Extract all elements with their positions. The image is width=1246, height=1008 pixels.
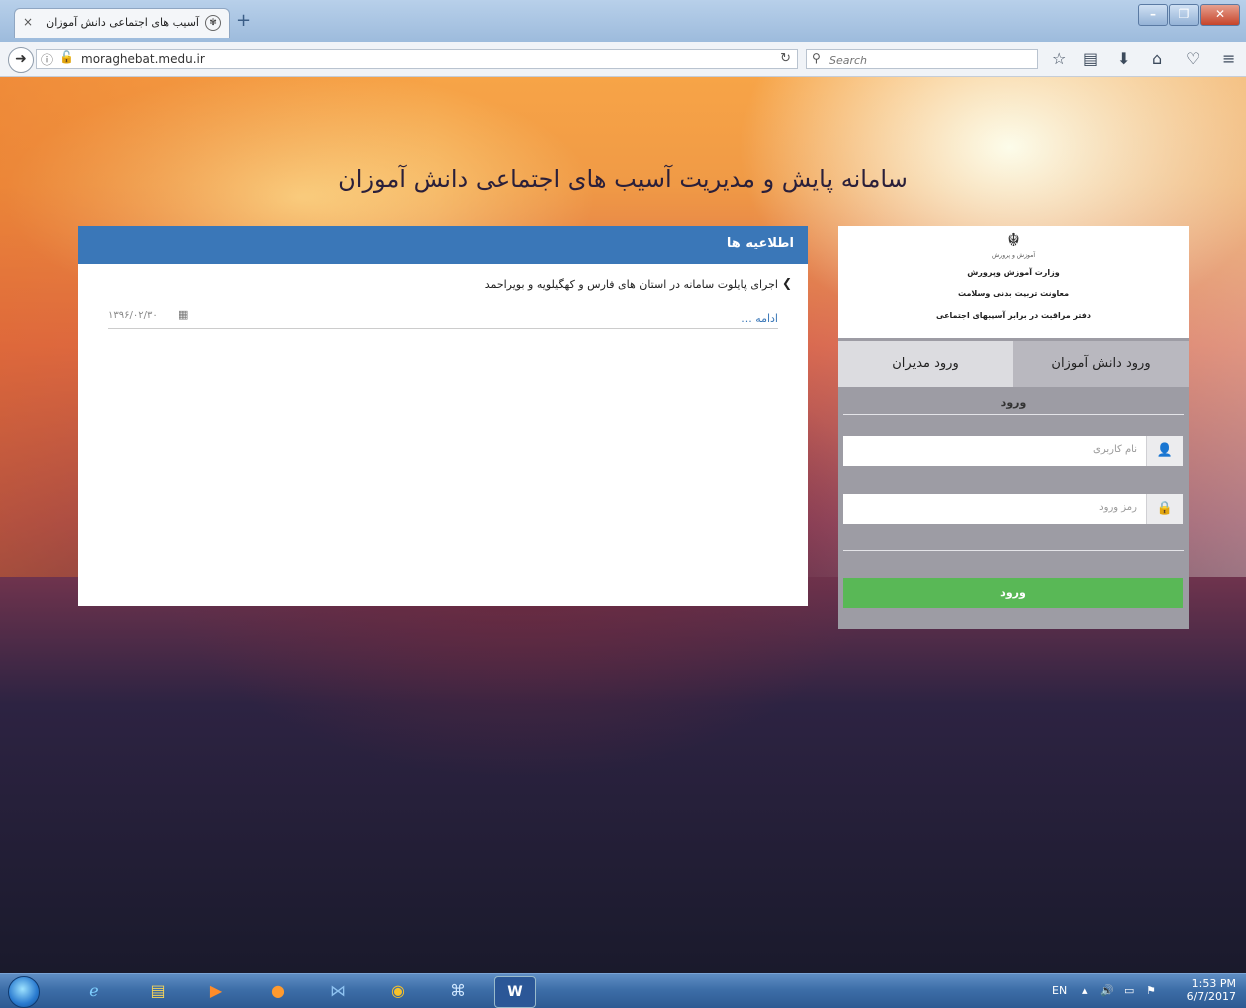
insecure-lock-icon[interactable]: 🔓 (59, 50, 74, 64)
ministry-line-1: وزارت آموزش وپرورش (967, 268, 1060, 277)
language-indicator[interactable]: EN (1052, 984, 1067, 997)
menu-icon[interactable]: ≡ (1222, 50, 1235, 68)
firefox-icon[interactable]: ● (258, 976, 298, 1006)
password-field[interactable]: 🔒 (843, 494, 1183, 524)
search-bar[interactable]: ⚲ (806, 49, 1038, 69)
search-input[interactable] (827, 51, 1031, 69)
back-button[interactable]: ➜ (8, 47, 34, 73)
login-panel: ☬ آموزش و پرورش وزارت آموزش وپرورش معاون… (838, 226, 1189, 629)
announcements-header: اطلاعیه ها (78, 226, 808, 264)
minimize-button[interactable]: – (1138, 4, 1168, 26)
read-more-link[interactable]: ادامه ... (741, 312, 778, 325)
internet-explorer-icon[interactable]: ℯ (74, 976, 114, 1006)
reload-icon[interactable]: ↻ (780, 51, 791, 66)
page-title: سامانه پایش و مدیریت آسیب های اجتماعی دا… (338, 165, 908, 193)
browser-tab[interactable]: × آسیب های اجتماعی دانش آموزان ✾ (14, 8, 230, 38)
action-center-flag-icon[interactable]: ⚑ (1146, 984, 1156, 997)
close-window-button[interactable]: ✕ (1200, 4, 1240, 26)
file-explorer-icon[interactable]: ▤ (138, 976, 178, 1006)
volume-icon[interactable]: 🔊 (1100, 984, 1114, 997)
login-submit-button[interactable]: ورود (843, 578, 1183, 608)
network-app-icon[interactable]: ⌘ (438, 976, 478, 1006)
search-icon: ⚲ (812, 51, 821, 65)
announcements-title: اطلاعیه ها (726, 236, 794, 251)
address-bar[interactable]: ⓘ 🔓 moraghebat.medu.ir ↻ (36, 49, 798, 69)
login-heading: ورود (1000, 396, 1027, 409)
bookmark-star-icon[interactable]: ☆ (1052, 50, 1066, 68)
tab-manager-login[interactable]: ورود مدیران (838, 341, 1013, 387)
divider (843, 550, 1184, 551)
announcement-date: ۱۳۹۶/۰۲/۳۰ (108, 310, 158, 321)
tab-close-icon[interactable]: × (23, 15, 33, 29)
user-icon: 👤 (1146, 436, 1183, 466)
network-icon[interactable]: ▭ (1124, 984, 1134, 997)
start-button[interactable] (8, 976, 40, 1008)
home-icon[interactable]: ⌂ (1152, 50, 1162, 68)
bowtie-app-icon[interactable]: ⋈ (318, 976, 358, 1006)
tab-student-login[interactable]: ورود دانش آموزان (1013, 341, 1189, 387)
windows-taskbar: ℯ ▤ ▶ ● ⋈ ◉ ⌘ W EN ▴ 🔊 ▭ ⚑ 1:53 PM 6/7/2… (0, 973, 1246, 1008)
url-text[interactable]: moraghebat.medu.ir (81, 52, 205, 66)
calendar-icon: ▦ (178, 308, 189, 321)
show-hidden-icons-icon[interactable]: ▴ (1082, 984, 1088, 997)
announcement-text[interactable]: اجرای پایلوت سامانه در استان های فارس و … (485, 278, 778, 291)
tab-title: آسیب های اجتماعی دانش آموزان (46, 16, 199, 29)
new-tab-button[interactable]: + (236, 12, 251, 30)
lock-icon: 🔒 (1146, 494, 1183, 524)
ministry-line-2: معاونت تربیت بدنی وسلامت (957, 289, 1070, 298)
username-input[interactable] (855, 443, 1139, 456)
clock-time: 1:53 PM (1191, 977, 1236, 990)
system-clock[interactable]: 1:53 PM 6/7/2017 (1187, 977, 1236, 1003)
chrome-icon[interactable]: ◉ (378, 976, 418, 1006)
announcements-panel: اطلاعیه ها ❮ اجرای پایلوت سامانه در استا… (78, 226, 808, 606)
page-content: سامانه پایش و مدیریت آسیب های اجتماعی دا… (0, 77, 1246, 973)
emblem-caption: آموزش و پرورش (991, 252, 1035, 259)
ministry-header: ☬ آموزش و پرورش وزارت آموزش وپرورش معاون… (838, 226, 1189, 338)
word-icon[interactable]: W (494, 976, 536, 1008)
info-icon[interactable]: ⓘ (41, 51, 53, 68)
chevron-left-icon: ❮ (781, 276, 792, 290)
ministry-line-3: دفتر مراقبت در برابر آسیبهای اجتماعی (935, 311, 1092, 320)
site-favicon-icon: ✾ (205, 15, 221, 31)
divider (108, 328, 778, 329)
clock-date: 6/7/2017 (1186, 990, 1236, 1003)
reading-list-icon[interactable]: ▤ (1083, 50, 1098, 68)
restore-button[interactable]: ❐ (1169, 4, 1199, 26)
pocket-icon[interactable]: ♡ (1186, 50, 1200, 68)
divider (843, 414, 1184, 415)
browser-titlebar: × آسیب های اجتماعی دانش آموزان ✾ + – ❐ ✕ (0, 0, 1246, 43)
media-player-icon[interactable]: ▶ (196, 976, 236, 1006)
login-tabs: ورود دانش آموزان ورود مدیران (838, 341, 1189, 387)
browser-navbar: ➜ ⓘ 🔓 moraghebat.medu.ir ↻ ⚲ ☆ ▤ ⬇ ⌂ ♡ ≡ (0, 42, 1246, 77)
window-controls: – ❐ ✕ (1138, 4, 1240, 26)
download-icon[interactable]: ⬇ (1117, 50, 1130, 68)
password-input[interactable] (855, 501, 1139, 514)
username-field[interactable]: 👤 (843, 436, 1183, 466)
iran-emblem-icon: ☬ (1007, 230, 1020, 251)
